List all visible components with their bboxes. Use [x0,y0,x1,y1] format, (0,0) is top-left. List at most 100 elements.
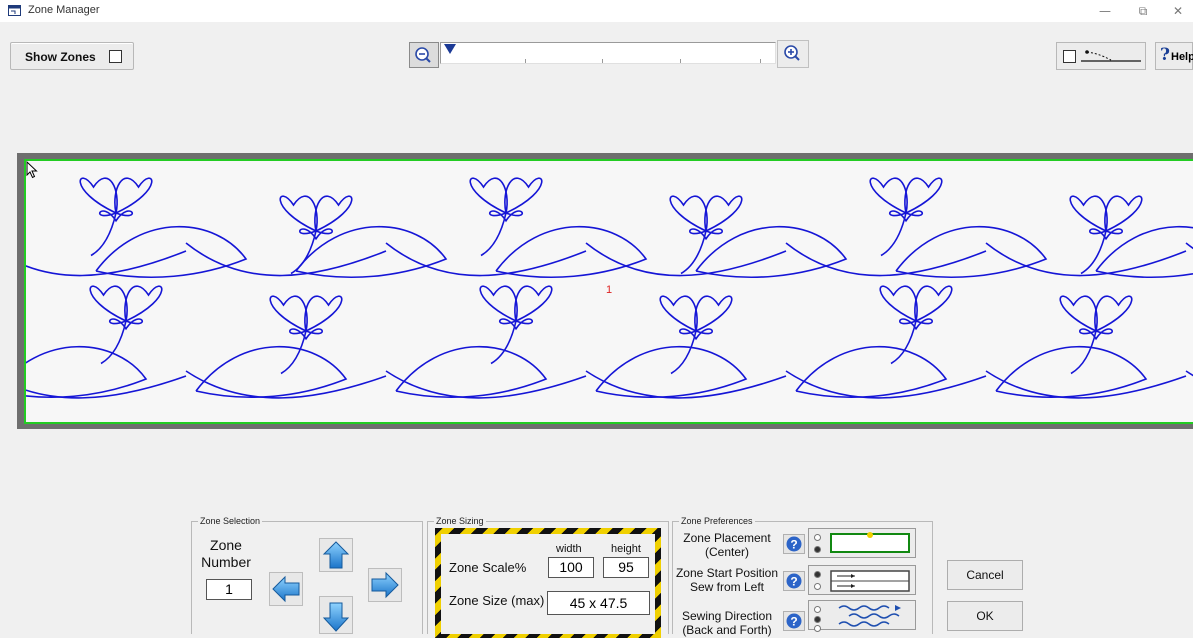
scale-width-field[interactable]: 100 [548,557,594,578]
radio-option[interactable] [814,571,821,578]
move-right-button[interactable] [368,568,402,602]
scale-height-field[interactable]: 95 [603,557,649,578]
zoom-out-button[interactable] [409,42,439,68]
toolbar: Show Zones ? Help [0,22,1193,76]
radio-option[interactable] [814,534,821,541]
minimize-button[interactable]: — [1090,2,1120,20]
app-icon [8,5,21,16]
pattern-stroke [785,242,987,277]
zoom-tick [525,59,526,63]
radio-option[interactable] [814,606,821,613]
close-button[interactable]: ✕ [1163,2,1193,20]
pattern-stroke [79,177,118,214]
zone-number-field[interactable]: 1 [206,579,252,600]
pattern-stroke [490,320,517,365]
ok-button[interactable]: OK [947,601,1023,631]
zone-selection-legend: Zone Selection [198,516,263,526]
pattern-stroke [514,285,553,322]
arrow-up-icon [322,541,350,569]
pattern-stroke [1104,195,1143,232]
zone-placement-button[interactable] [808,528,916,558]
help-button[interactable]: ? Help [1155,42,1193,70]
pattern-stroke [1185,370,1193,377]
svg-text:?: ? [790,575,797,589]
pattern-stroke [914,285,953,322]
quilt-canvas[interactable]: 1 [24,159,1193,424]
pattern-stroke [585,370,787,399]
question-icon[interactable]: ? [783,534,805,554]
zone-number-label-line2: Number [201,554,251,570]
pattern-stroke [595,345,748,398]
pattern-stroke [1059,295,1098,332]
move-left-button[interactable] [269,572,303,606]
direction-label-line1: Sewing Direction [681,609,773,623]
pattern-stroke [504,177,543,214]
help-icon: ? [1160,45,1170,65]
show-zones-label: Show Zones [25,50,96,64]
arrow-right-icon [371,571,399,599]
zone-size-label: Zone Size (max) [449,593,545,608]
pattern-stroke [26,345,148,398]
pattern-stroke [479,285,518,322]
zone-preferences-legend: Zone Preferences [679,516,755,526]
svg-text:?: ? [790,538,797,552]
zone-size-value: 45 x 47.5 [547,591,650,615]
placement-label-line2: (Center) [704,545,749,559]
pattern-stroke [269,295,308,332]
pattern-stroke [1070,330,1097,375]
pattern-stroke [124,285,163,322]
sewing-direction-button[interactable] [808,600,916,632]
zone-sizing-legend: Zone Sizing [434,516,486,526]
pattern-stroke [279,195,318,232]
arrow-down-icon [322,602,350,632]
zone-number-label-line1: Zone [210,537,242,553]
width-label: width [556,543,582,555]
restore-button[interactable]: ⧉ [1128,2,1158,20]
zone-marker: 1 [606,284,613,296]
zoom-thumb-icon[interactable] [443,43,457,55]
pattern-stroke [469,177,508,214]
question-icon[interactable]: ? [783,571,805,591]
move-down-button[interactable] [319,596,353,634]
svg-text:?: ? [790,615,797,629]
radio-option[interactable] [814,616,821,623]
pattern-stroke [26,375,187,399]
pattern-stroke [395,345,548,398]
pattern-stroke [90,212,117,257]
pattern-stroke [1094,295,1133,332]
pattern-stroke [495,225,648,278]
pattern-stroke [314,195,353,232]
radio-option[interactable] [814,625,821,632]
zoom-in-icon [784,45,800,61]
pattern-stroke [1069,195,1108,232]
pattern-stroke [985,370,1187,399]
zone-scale-label: Zone Scale% [449,560,527,575]
zone-start-button[interactable] [808,565,916,595]
path-line-toggle[interactable] [1056,42,1146,70]
move-up-button[interactable] [319,538,353,572]
pattern-stroke [880,212,907,257]
start-label-line2: Sew from Left [689,580,765,594]
pattern-stroke [304,295,343,332]
zoom-in-button[interactable] [777,40,809,68]
pattern-stroke [785,370,987,399]
question-icon[interactable]: ? [783,611,805,631]
pattern-stroke [795,345,948,398]
title-bar: Zone Manager — ⧉ ✕ [0,0,1193,22]
back-and-forth-icon [838,605,901,627]
path-line-checkbox[interactable] [1063,50,1076,63]
pattern-stroke [669,195,708,232]
show-zones-checkbox[interactable] [109,50,122,63]
zoom-slider[interactable] [440,42,776,64]
cancel-button[interactable]: Cancel [947,560,1023,590]
path-line-icon [1081,50,1141,62]
zoom-tick [760,59,761,63]
pattern-stroke [659,295,698,332]
radio-option[interactable] [814,583,821,590]
pattern-stroke [89,285,128,322]
pattern-stroke [185,242,387,277]
help-label: Help [1171,51,1193,63]
zoom-tick [602,59,603,63]
show-zones-button[interactable]: Show Zones [10,42,134,70]
radio-option[interactable] [814,546,821,553]
